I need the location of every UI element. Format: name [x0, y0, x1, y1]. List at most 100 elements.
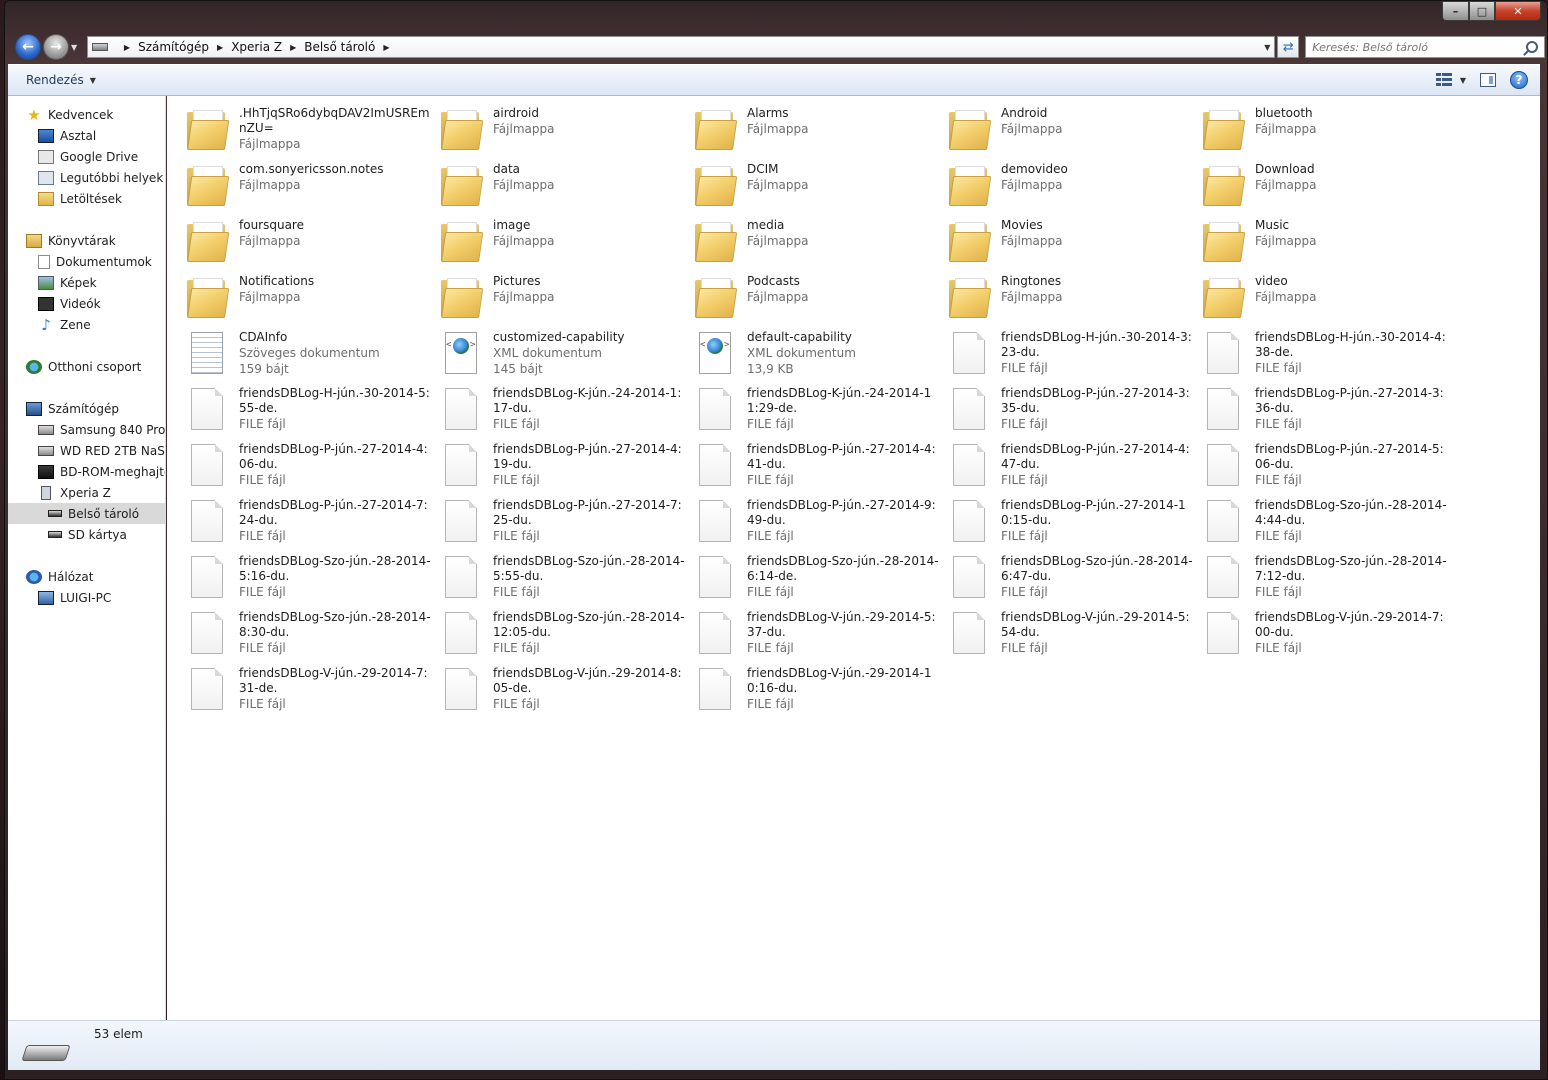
minimize-button[interactable]: –: [1442, 1, 1469, 21]
sidebar-item-homegroup[interactable]: Otthoni csoport: [8, 356, 165, 377]
sidebar-item-downloads[interactable]: Letöltések: [8, 188, 165, 209]
search-box[interactable]: [1305, 36, 1545, 58]
file-item[interactable]: friendsDBLog-V-jún.-29-2014-7:31-de. FILE…: [183, 662, 437, 718]
sidebar-item-pictures[interactable]: Képek: [8, 272, 165, 293]
folder-item[interactable]: Movies Fájlmappa: [945, 214, 1199, 270]
folder-item[interactable]: Ringtones Fájlmappa: [945, 270, 1199, 326]
sidebar-item-sd-card[interactable]: SD kártya: [8, 524, 165, 545]
chevron-right-icon[interactable]: ▶: [290, 43, 296, 52]
sidebar-item-videos[interactable]: Videók: [8, 293, 165, 314]
sidebar-item-favorites[interactable]: ★ Kedvencek: [8, 104, 165, 125]
folder-item[interactable]: Music Fájlmappa: [1199, 214, 1453, 270]
folder-item[interactable]: Alarms Fájlmappa: [691, 102, 945, 158]
file-item[interactable]: friendsDBLog-Szo-jún.-28-2014-12:05-du. F…: [437, 606, 691, 662]
file-item[interactable]: friendsDBLog-Szo-jún.-28-2014-5:55-du. FI…: [437, 550, 691, 606]
file-item[interactable]: friendsDBLog-Szo-jún.-28-2014-5:16-du. FI…: [183, 550, 437, 606]
file-item[interactable]: friendsDBLog-P-jún.-27-2014-3:36-du. FILE…: [1199, 382, 1453, 438]
file-item[interactable]: friendsDBLog-P-jún.-27-2014-5:06-du. FILE…: [1199, 438, 1453, 494]
help-icon[interactable]: ?: [1510, 71, 1528, 89]
file-item[interactable]: < > default-capability XML dokumentum 13,9 K…: [691, 326, 945, 382]
file-name: friendsDBLog-P-jún.-27-2014-9:49-du.: [747, 498, 936, 527]
maximize-button[interactable]: □: [1469, 1, 1495, 21]
file-item[interactable]: friendsDBLog-P-jún.-27-2014-4:47-du. FILE…: [945, 438, 1199, 494]
file-item[interactable]: friendsDBLog-Szo-jún.-28-2014-6:14-de. FI…: [691, 550, 945, 606]
address-history-dropdown-icon[interactable]: ▼: [1260, 43, 1274, 52]
file-item[interactable]: friendsDBLog-P-jún.-27-2014-7:25-du. FILE…: [437, 494, 691, 550]
file-item[interactable]: friendsDBLog-H-jún.-30-2014-5:55-de. FILE…: [183, 382, 437, 438]
sidebar-item-music[interactable]: ♪ Zene: [8, 314, 165, 335]
file-item[interactable]: friendsDBLog-V-jún.-29-2014-10:16-du. FIL…: [691, 662, 945, 718]
file-item[interactable]: friendsDBLog-P-jún.-27-2014-3:35-du. FILE…: [945, 382, 1199, 438]
sidebar-item-internal-storage[interactable]: Belső tároló: [8, 503, 165, 524]
file-item[interactable]: friendsDBLog-K-jún.-24-2014-11:29-de. FIL…: [691, 382, 945, 438]
sidebar-item-bd-rom[interactable]: BD-ROM-meghajtó: [8, 461, 165, 482]
sidebar-item-computer[interactable]: Számítógép: [8, 398, 165, 419]
file-item[interactable]: friendsDBLog-P-jún.-27-2014-4:19-du. FILE…: [437, 438, 691, 494]
star-icon: ★: [27, 105, 41, 124]
folder-item[interactable]: Download Fájlmappa: [1199, 158, 1453, 214]
file-list-view[interactable]: .HhTjqSRo6dybqDAV2ImUSREmnZU= Fájlmappa ai…: [167, 96, 1540, 1020]
sidebar-item-libraries[interactable]: Könyvtárak: [8, 230, 165, 251]
sidebar-item-google-drive[interactable]: Google Drive: [8, 146, 165, 167]
file-item[interactable]: friendsDBLog-Szo-jún.-28-2014-6:47-du. FI…: [945, 550, 1199, 606]
file-item[interactable]: friendsDBLog-V-jún.-29-2014-7:00-du. FILE…: [1199, 606, 1453, 662]
change-view-button[interactable]: ▼: [1435, 73, 1466, 87]
chevron-right-icon[interactable]: ▶: [217, 43, 223, 52]
file-item[interactable]: friendsDBLog-P-jún.-27-2014-10:15-du. FIL…: [945, 494, 1199, 550]
file-item[interactable]: friendsDBLog-H-jún.-30-2014-4:38-de. FILE…: [1199, 326, 1453, 382]
sidebar-item-documents[interactable]: Dokumentumok: [8, 251, 165, 272]
folder-item[interactable]: com.sonyericsson.notes Fájlmappa: [183, 158, 437, 214]
folder-item[interactable]: demovideo Fájlmappa: [945, 158, 1199, 214]
file-item[interactable]: friendsDBLog-Szo-jún.-28-2014-7:12-du. FI…: [1199, 550, 1453, 606]
breadcrumb-internal-storage[interactable]: Belső tároló: [304, 40, 375, 54]
forward-button[interactable]: →: [42, 34, 69, 60]
chevron-right-icon[interactable]: ▶: [124, 43, 130, 52]
file-item[interactable]: friendsDBLog-P-jún.-27-2014-7:24-du. FILE…: [183, 494, 437, 550]
chevron-right-icon[interactable]: ▶: [383, 43, 389, 52]
address-bar[interactable]: ▶ Számítógép ▶ Xperia Z ▶ Belső tároló ▶…: [86, 36, 1276, 58]
sidebar-item-recent-places[interactable]: Legutóbbi helyek: [8, 167, 165, 188]
folder-item[interactable]: data Fájlmappa: [437, 158, 691, 214]
navigation-pane[interactable]: ★ Kedvencek Asztal Google Drive Legutóbbi…: [8, 96, 166, 1020]
sidebar-item-wd-red-drive[interactable]: WD RED 2TB NaS (6(: [8, 440, 165, 461]
folder-item[interactable]: Notifications Fájlmappa: [183, 270, 437, 326]
refresh-button[interactable]: ⇄: [1277, 36, 1300, 58]
folder-item[interactable]: image Fájlmappa: [437, 214, 691, 270]
file-item[interactable]: friendsDBLog-Szo-jún.-28-2014-8:30-du. FI…: [183, 606, 437, 662]
sidebar-item-luigi-pc[interactable]: LUIGI-PC: [8, 587, 165, 608]
recent-pages-dropdown-icon[interactable]: ▼: [71, 43, 81, 52]
search-input[interactable]: [1312, 40, 1526, 54]
folder-item[interactable]: .HhTjqSRo6dybqDAV2ImUSREmnZU= Fájlmappa: [183, 102, 437, 158]
file-item[interactable]: friendsDBLog-P-jún.-27-2014-4:41-du. FILE…: [691, 438, 945, 494]
sidebar-item-desktop[interactable]: Asztal: [8, 125, 165, 146]
file-item[interactable]: friendsDBLog-P-jún.-27-2014-4:06-du. FILE…: [183, 438, 437, 494]
file-item[interactable]: friendsDBLog-H-jún.-30-2014-3:23-du. FILE…: [945, 326, 1199, 382]
sidebar-item-network[interactable]: Hálózat: [8, 566, 165, 587]
search-icon[interactable]: [1526, 41, 1538, 53]
back-button[interactable]: ←: [15, 34, 41, 60]
file-item[interactable]: friendsDBLog-P-jún.-27-2014-9:49-du. FILE…: [691, 494, 945, 550]
breadcrumb-xperia-z[interactable]: Xperia Z: [231, 40, 282, 54]
file-item[interactable]: friendsDBLog-V-jún.-29-2014-5:37-du. FILE…: [691, 606, 945, 662]
file-item[interactable]: < > customized-capability XML dokumentum 145…: [437, 326, 691, 382]
folder-item[interactable]: media Fájlmappa: [691, 214, 945, 270]
folder-item[interactable]: Podcasts Fájlmappa: [691, 270, 945, 326]
organize-button[interactable]: Rendezés ▼: [18, 69, 104, 91]
folder-item[interactable]: foursquare Fájlmappa: [183, 214, 437, 270]
folder-item[interactable]: bluetooth Fájlmappa: [1199, 102, 1453, 158]
sidebar-item-xperia-z[interactable]: Xperia Z: [8, 482, 165, 503]
file-item[interactable]: friendsDBLog-K-jún.-24-2014-1:17-du. FILE…: [437, 382, 691, 438]
breadcrumb-computer[interactable]: Számítógép: [138, 40, 209, 54]
file-item[interactable]: CDAInfo Szöveges dokumentum 159 bájt: [183, 326, 437, 382]
preview-pane-icon[interactable]: [1480, 73, 1496, 87]
file-item[interactable]: friendsDBLog-V-jún.-29-2014-5:54-du. FILE…: [945, 606, 1199, 662]
close-button[interactable]: ✕: [1495, 1, 1541, 21]
folder-item[interactable]: video Fájlmappa: [1199, 270, 1453, 326]
folder-item[interactable]: Pictures Fájlmappa: [437, 270, 691, 326]
file-item[interactable]: friendsDBLog-Szo-jún.-28-2014-4:44-du. FI…: [1199, 494, 1453, 550]
folder-item[interactable]: DCIM Fájlmappa: [691, 158, 945, 214]
file-item[interactable]: friendsDBLog-V-jún.-29-2014-8:05-de. FILE…: [437, 662, 691, 718]
sidebar-item-samsung-drive[interactable]: Samsung 840 Pro 25: [8, 419, 165, 440]
folder-item[interactable]: airdroid Fájlmappa: [437, 102, 691, 158]
folder-item[interactable]: Android Fájlmappa: [945, 102, 1199, 158]
